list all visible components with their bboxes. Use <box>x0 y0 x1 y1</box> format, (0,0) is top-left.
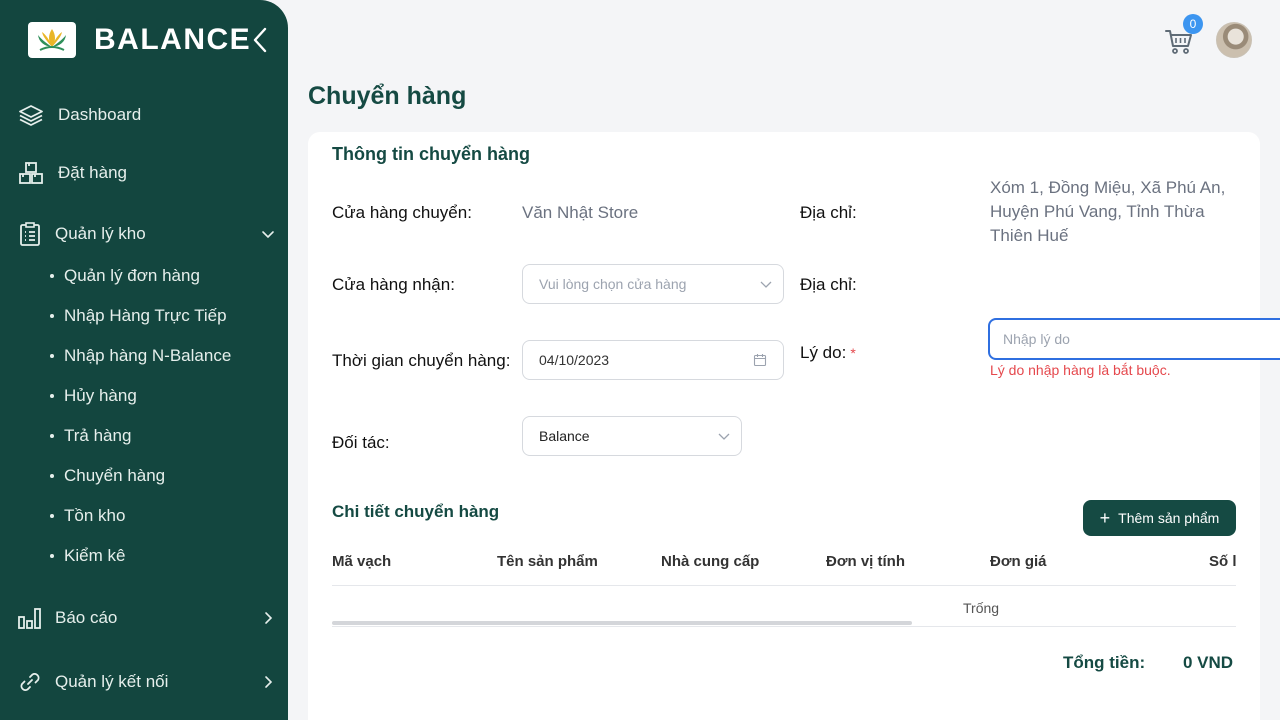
collapse-sidebar-chevron-left-icon[interactable] <box>248 26 272 54</box>
chevron-down-icon <box>759 277 773 291</box>
sidebar-subitem-order-management[interactable]: Quản lý đơn hàng <box>50 261 200 291</box>
sidebar-subitem-label: Tồn kho <box>64 506 126 525</box>
total-label: Tổng tiền: <box>1063 653 1146 672</box>
sidebar-item-label: Đặt hàng <box>58 163 127 182</box>
reason-error-message: Lý do nhập hàng là bắt buộc. <box>990 362 1171 378</box>
sidebar-item-label: Dashboard <box>58 105 142 124</box>
bullet-icon <box>50 394 54 398</box>
bullet-icon <box>50 314 54 318</box>
sidebar-subitem-label: Nhập Hàng Trực Tiếp <box>64 306 227 325</box>
sidebar-item-dashboard[interactable]: Dashboard <box>0 95 288 135</box>
sidebar-subitem-label: Quản lý đơn hàng <box>64 266 200 285</box>
sidebar-item-label: Quản lý kết nối <box>55 672 169 691</box>
column-header-unit-price: Đơn giá <box>990 553 1047 570</box>
chevron-right-icon[interactable] <box>258 608 278 628</box>
table-empty-text: Trống <box>963 600 1000 616</box>
sidebar-subitem-label: Kiểm kê <box>64 546 126 565</box>
sidebar-subitem-inventory[interactable]: Tồn kho <box>50 501 125 531</box>
reason-label: Lý do: * <box>800 343 856 363</box>
sidebar-item-label: Quản lý kho <box>55 224 146 243</box>
column-header-barcode: Mã vạch <box>332 553 392 570</box>
sidebar-subitem-label: Chuyển hàng <box>64 466 166 485</box>
sidebar-item-warehouse[interactable]: Quản lý kho <box>0 214 288 254</box>
brand-name: BALANCE <box>94 23 252 56</box>
chevron-down-icon <box>717 429 731 443</box>
column-header-quantity: Số l <box>1209 553 1237 570</box>
date-label: Thời gian chuyển hàng: <box>332 351 511 370</box>
to-store-select[interactable]: Vui lòng chọn cửa hàng <box>522 264 784 304</box>
avatar[interactable] <box>1216 22 1252 58</box>
to-store-placeholder: Vui lòng chọn cửa hàng <box>539 276 687 292</box>
sidebar-subitem-direct-import[interactable]: Nhập Hàng Trực Tiếp <box>50 301 227 331</box>
address2-label: Địa chỉ: <box>800 275 857 294</box>
brand[interactable]: BALANCE <box>28 22 251 58</box>
sidebar-subitem-transfer[interactable]: Chuyển hàng <box>50 461 165 491</box>
address-value: Xóm 1, Đồng Miệu, Xã Phú An, Huyện Phú V… <box>990 178 1226 245</box>
partner-select[interactable]: Balance <box>522 416 742 456</box>
table-header-divider <box>332 585 1236 586</box>
date-value: 04/10/2023 <box>539 352 610 368</box>
sidebar-subitem-nbalance-import[interactable]: Nhập hàng N-Balance <box>50 341 231 371</box>
bullet-icon <box>50 474 54 478</box>
chevron-right-icon[interactable] <box>258 672 278 692</box>
sidebar-item-connection[interactable]: Quản lý kết nối <box>0 662 288 702</box>
reason-label-text: Lý do: <box>800 343 847 362</box>
add-product-button[interactable]: + Thêm sản phẩm <box>1083 500 1236 536</box>
column-header-product-name: Tên sản phẩm <box>497 553 598 570</box>
sidebar-subitem-stocktake[interactable]: Kiểm kê <box>50 541 125 571</box>
chevron-down-icon[interactable] <box>258 224 278 244</box>
calendar-icon <box>753 353 767 367</box>
total-value: 0 VND <box>1183 653 1234 672</box>
sidebar-subitem-label: Hủy hàng <box>64 386 137 405</box>
sidebar-subitem-label: Trả hàng <box>64 426 132 445</box>
sidebar: BALANCE Dashboard Đặt hàng Quản lý kho Q… <box>0 0 288 720</box>
bullet-icon <box>50 274 54 278</box>
sidebar-subitem-return[interactable]: Trả hàng <box>50 421 131 451</box>
section-title-transfer-detail: Chi tiết chuyển hàng <box>332 502 500 521</box>
lotus-logo-icon <box>28 22 76 58</box>
partner-label: Đối tác: <box>332 433 390 452</box>
column-header-unit: Đơn vị tính <box>826 553 905 570</box>
sidebar-subitem-label: Nhập hàng N-Balance <box>64 346 232 365</box>
add-product-label: Thêm sản phẩm <box>1118 510 1220 526</box>
required-asterisk: * <box>850 345 856 361</box>
bullet-icon <box>50 354 54 358</box>
page-title: Chuyển hàng <box>308 82 467 110</box>
bar-chart-icon <box>17 605 43 631</box>
bullet-icon <box>50 434 54 438</box>
sidebar-item-report[interactable]: Báo cáo <box>0 598 288 638</box>
sidebar-item-label: Báo cáo <box>55 608 118 627</box>
plus-icon: + <box>1099 508 1111 528</box>
to-store-label: Cửa hàng nhận: <box>332 275 455 294</box>
section-title-transfer-info: Thông tin chuyển hàng <box>332 144 530 164</box>
cart-count-badge: 0 <box>1183 14 1203 34</box>
sidebar-subitem-cancel[interactable]: Hủy hàng <box>50 381 137 411</box>
address-label: Địa chỉ: <box>800 203 857 222</box>
bullet-icon <box>50 554 54 558</box>
from-store-label: Cửa hàng chuyển: <box>332 203 472 222</box>
boxes-icon <box>18 160 44 186</box>
from-store-value: Văn Nhật Store <box>522 203 639 222</box>
sidebar-item-order[interactable]: Đặt hàng <box>0 153 288 193</box>
reason-input[interactable] <box>988 318 1280 360</box>
table-horizontal-scrollbar[interactable] <box>332 621 912 625</box>
column-header-supplier: Nhà cung cấp <box>661 553 760 570</box>
clipboard-icon <box>17 221 43 247</box>
table-bottom-divider <box>332 626 1236 627</box>
link-icon <box>17 669 43 695</box>
bullet-icon <box>50 514 54 518</box>
layers-icon <box>18 102 44 128</box>
partner-value: Balance <box>539 428 590 444</box>
date-picker[interactable]: 04/10/2023 <box>522 340 784 380</box>
